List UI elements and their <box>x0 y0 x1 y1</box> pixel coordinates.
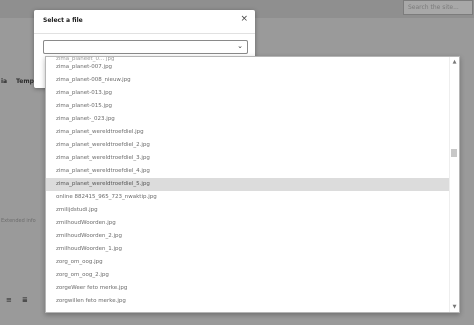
background-label-left: ia <box>1 78 8 85</box>
scroll-down-icon[interactable]: ▼ <box>450 304 459 310</box>
file-option[interactable]: zima_planet_wereldtroefdiel_5.jpg <box>46 178 450 191</box>
modal-title: Select a file <box>43 17 83 24</box>
file-options: zima_planet-007.jpg zima_planet-008_nieuw… <box>46 61 450 308</box>
file-option[interactable]: zmilijdstudi.jpg <box>46 204 450 217</box>
chevron-down-icon: ⌄ <box>237 42 243 50</box>
file-option[interactable]: zmilhoudWoorden_2.jpg <box>46 230 450 243</box>
file-dropdown-list[interactable]: zima_planeet_0... jpg zima_planet-007.jp… <box>45 56 460 313</box>
file-option[interactable]: zmilhoudWoorden_1.jpg <box>46 243 450 256</box>
scrollbar[interactable]: ▲ ▼ <box>449 57 459 312</box>
file-option[interactable]: zima_planet-015.jpg <box>46 100 450 113</box>
file-option[interactable]: zima_planet-007.jpg <box>46 61 450 74</box>
file-option[interactable]: online 882415_965_723_nwaktip.jpg <box>46 191 450 204</box>
background-label-temp: Temp <box>16 78 34 85</box>
file-option[interactable]: zima_planet_wereldtroefdiel_3.jpg <box>46 152 450 165</box>
file-option[interactable]: zima_planet_wereldtroefdiel.jpg <box>46 126 450 139</box>
file-select[interactable]: ⌄ <box>43 40 248 54</box>
modal-divider <box>34 33 255 34</box>
file-option[interactable]: zima_planet_wereldtroefdiel_4.jpg <box>46 165 450 178</box>
file-option[interactable]: zima_planet-013.jpg <box>46 87 450 100</box>
background-align-center-button[interactable]: ≣ <box>22 296 28 304</box>
background-align-left-button[interactable]: ≡ <box>6 296 12 304</box>
scrollbar-thumb[interactable] <box>451 149 457 157</box>
file-option[interactable]: zima_planet-008_nieuw.jpg <box>46 74 450 87</box>
file-option[interactable]: zima_planet_wereldtroefdiel_2.jpg <box>46 139 450 152</box>
file-option[interactable]: zorg_om_oog.jpg <box>46 256 450 269</box>
file-option[interactable]: zorgwillen feto merke.jpg <box>46 295 450 308</box>
file-option[interactable]: zorg_om_oog_2.jpg <box>46 269 450 282</box>
file-option[interactable]: zorgeWeer feto merke.jpg <box>46 282 450 295</box>
close-icon[interactable]: × <box>240 15 248 24</box>
scroll-up-icon[interactable]: ▲ <box>450 59 459 65</box>
background-faint-text: Extended info <box>1 218 36 224</box>
file-option[interactable]: zima_planet-_023.jpg <box>46 113 450 126</box>
background-search-input[interactable]: Search the site... <box>403 0 473 15</box>
file-option[interactable]: zmilhoudWoorden.jpg <box>46 217 450 230</box>
